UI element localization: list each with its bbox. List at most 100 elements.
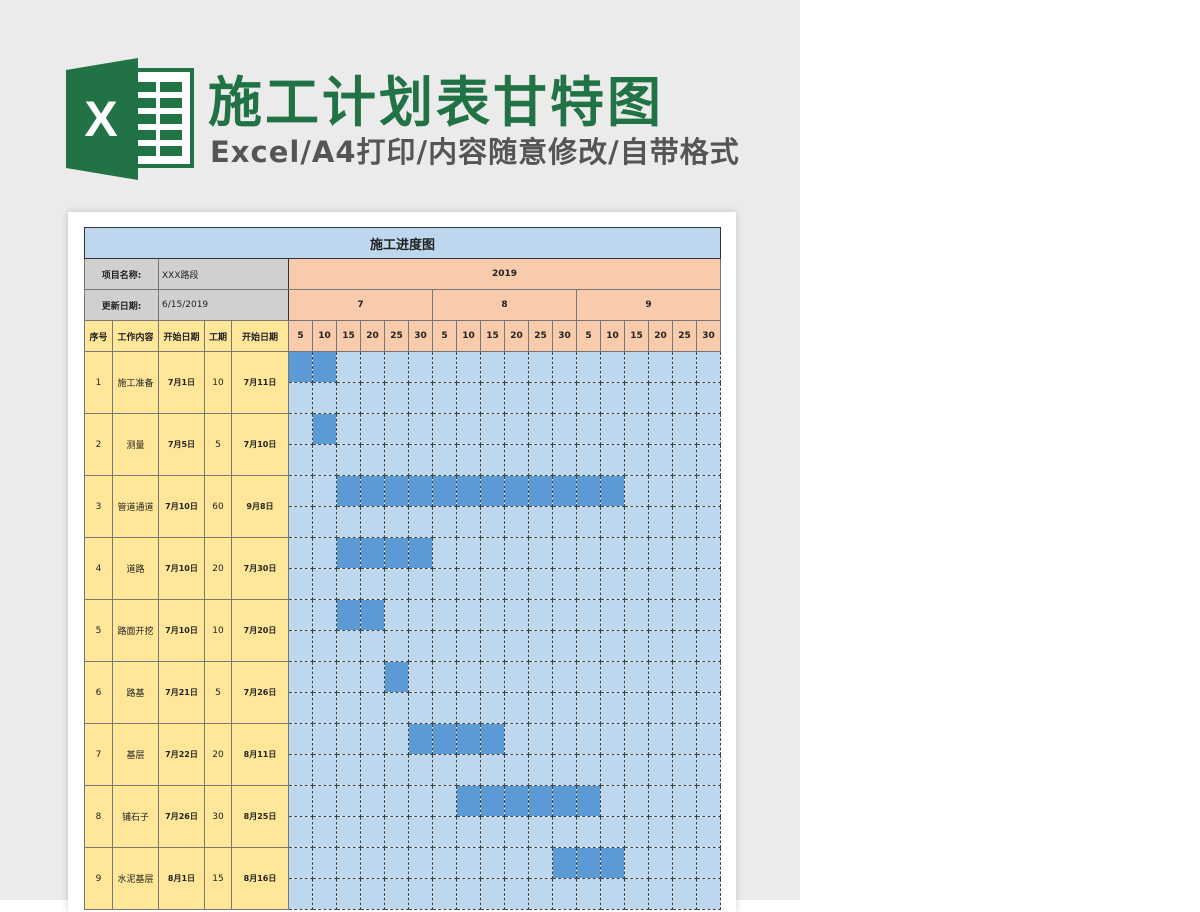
day-header: 15 — [336, 320, 361, 352]
day-header: 25 — [528, 320, 553, 352]
task-start-date[interactable]: 7月5日 — [158, 413, 205, 476]
task-name[interactable]: 管道通道 — [112, 475, 159, 538]
task-start-date[interactable]: 7月10日 — [158, 475, 205, 538]
task-number[interactable]: 5 — [84, 599, 113, 662]
gantt-grid-cell — [408, 661, 433, 693]
task-duration[interactable]: 20 — [204, 723, 232, 786]
task-number[interactable]: 9 — [84, 847, 113, 910]
gantt-grid-cell — [360, 661, 385, 693]
gantt-grid-cell — [576, 692, 601, 724]
gantt-grid-cell — [648, 754, 673, 786]
gantt-grid-cell — [624, 816, 649, 848]
gantt-grid-cell — [552, 413, 577, 445]
gantt-grid-cell — [552, 723, 577, 755]
gantt-grid-cell — [336, 692, 361, 724]
gantt-grid-cell — [648, 816, 673, 848]
task-name[interactable]: 铺石子 — [112, 785, 159, 848]
gantt-grid-cell — [672, 723, 697, 755]
task-name[interactable]: 水泥基层 — [112, 847, 159, 910]
gantt-grid-cell — [384, 816, 409, 848]
gantt-grid-cell — [360, 444, 385, 476]
task-end-date[interactable]: 7月30日 — [231, 537, 289, 600]
task-name[interactable]: 路面开挖 — [112, 599, 159, 662]
gantt-grid-cell — [696, 599, 721, 631]
gantt-grid-cell — [480, 878, 505, 910]
day-header: 30 — [408, 320, 433, 352]
task-duration[interactable]: 30 — [204, 785, 232, 848]
gantt-grid-cell — [432, 785, 457, 817]
gantt-grid-cell — [696, 351, 721, 383]
gantt-bar-cell — [456, 723, 481, 755]
gantt-grid-cell — [432, 630, 457, 662]
task-number[interactable]: 1 — [84, 351, 113, 414]
gantt-grid-cell — [480, 754, 505, 786]
task-name[interactable]: 路基 — [112, 661, 159, 724]
task-name[interactable]: 基层 — [112, 723, 159, 786]
gantt-grid-cell — [384, 785, 409, 817]
gantt-grid-cell — [288, 475, 313, 507]
gantt-bar-cell — [336, 599, 361, 631]
gantt-grid-cell — [504, 816, 529, 848]
gantt-grid-cell — [408, 692, 433, 724]
task-start-date[interactable]: 8月1日 — [158, 847, 205, 910]
gantt-grid-cell — [528, 537, 553, 569]
task-number[interactable]: 2 — [84, 413, 113, 476]
task-duration[interactable]: 10 — [204, 599, 232, 662]
day-header: 10 — [456, 320, 481, 352]
task-start-date[interactable]: 7月10日 — [158, 599, 205, 662]
task-duration[interactable]: 20 — [204, 537, 232, 600]
gantt-grid-cell — [672, 816, 697, 848]
task-start-date[interactable]: 7月22日 — [158, 723, 205, 786]
task-start-date[interactable]: 7月10日 — [158, 537, 205, 600]
task-end-date[interactable]: 7月10日 — [231, 413, 289, 476]
task-end-date[interactable]: 8月11日 — [231, 723, 289, 786]
gantt-grid-cell — [600, 630, 625, 662]
gantt-grid-cell — [576, 444, 601, 476]
gantt-grid-cell — [552, 816, 577, 848]
task-start-date[interactable]: 7月26日 — [158, 785, 205, 848]
gantt-grid-cell — [312, 537, 337, 569]
gantt-grid-cell — [672, 413, 697, 445]
gantt-grid-cell — [552, 661, 577, 693]
update-date-value[interactable]: 6/15/2019 — [158, 289, 289, 321]
gantt-grid-cell — [456, 506, 481, 538]
gantt-grid-cell — [528, 723, 553, 755]
gantt-grid-cell — [696, 537, 721, 569]
task-number[interactable]: 8 — [84, 785, 113, 848]
task-name[interactable]: 道路 — [112, 537, 159, 600]
task-number[interactable]: 6 — [84, 661, 113, 724]
task-name[interactable]: 施工准备 — [112, 351, 159, 414]
task-end-date[interactable]: 7月26日 — [231, 661, 289, 724]
gantt-bar-cell — [480, 723, 505, 755]
gantt-grid-cell — [600, 661, 625, 693]
task-duration[interactable]: 15 — [204, 847, 232, 910]
gantt-grid-cell — [696, 444, 721, 476]
gantt-grid-cell — [624, 537, 649, 569]
task-number[interactable]: 3 — [84, 475, 113, 538]
task-end-date[interactable]: 8月16日 — [231, 847, 289, 910]
task-number[interactable]: 7 — [84, 723, 113, 786]
day-header: 25 — [384, 320, 409, 352]
task-duration[interactable]: 10 — [204, 351, 232, 414]
gantt-grid-cell — [288, 692, 313, 724]
gantt-grid-cell — [696, 847, 721, 879]
task-number[interactable]: 4 — [84, 537, 113, 600]
project-name-value[interactable]: XXX路段 — [158, 258, 289, 290]
gantt-grid-cell — [648, 630, 673, 662]
gantt-grid-cell — [552, 351, 577, 383]
task-end-date[interactable]: 9月8日 — [231, 475, 289, 538]
task-end-date[interactable]: 7月20日 — [231, 599, 289, 662]
task-end-date[interactable]: 8月25日 — [231, 785, 289, 848]
gantt-grid-cell — [696, 568, 721, 600]
gantt-grid-cell — [504, 599, 529, 631]
gantt-grid-cell — [360, 785, 385, 817]
task-duration[interactable]: 5 — [204, 661, 232, 724]
task-start-date[interactable]: 7月21日 — [158, 661, 205, 724]
task-name[interactable]: 测量 — [112, 413, 159, 476]
gantt-grid-cell — [480, 506, 505, 538]
task-duration[interactable]: 5 — [204, 413, 232, 476]
task-start-date[interactable]: 7月1日 — [158, 351, 205, 414]
task-end-date[interactable]: 7月11日 — [231, 351, 289, 414]
gantt-grid-cell — [384, 444, 409, 476]
task-duration[interactable]: 60 — [204, 475, 232, 538]
